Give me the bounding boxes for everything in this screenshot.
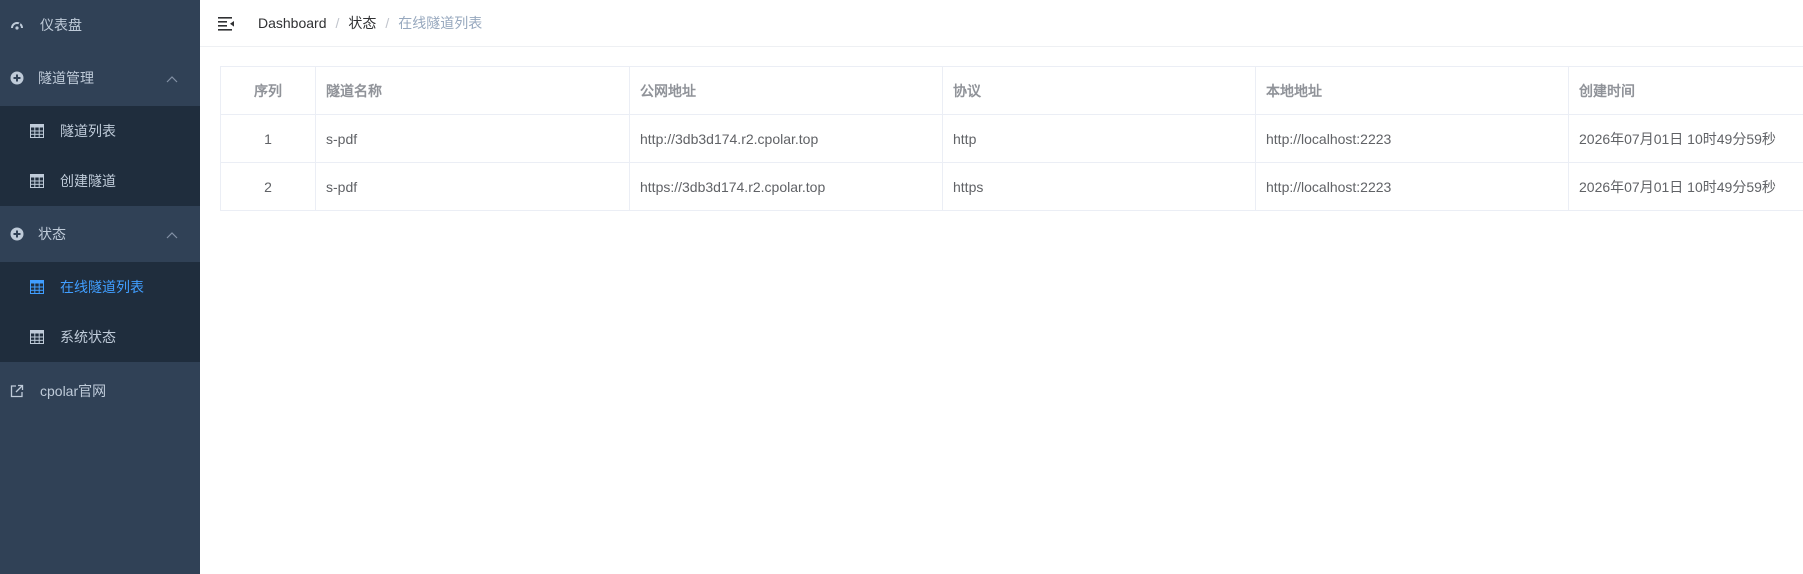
sidebar-item-label: cpolar官网 xyxy=(40,383,107,399)
plus-circle-icon xyxy=(10,71,24,85)
hamburger-icon[interactable] xyxy=(216,13,236,33)
column-header-index: 序列 xyxy=(220,66,316,115)
column-header-local-address: 本地地址 xyxy=(1255,66,1569,115)
sidebar-item-system-status[interactable]: 系统状态 xyxy=(0,312,200,362)
cell-created-time: 2026年07月01日 10时49分59秒 xyxy=(1568,114,1803,163)
chevron-up-icon xyxy=(166,229,178,241)
cell-public-url: https://3db3d174.r2.cpolar.top xyxy=(629,162,943,211)
submenu-status-list: 在线隧道列表 系统状态 xyxy=(0,262,200,362)
submenu-label: 状态 xyxy=(38,226,66,242)
cell-protocol: https xyxy=(942,162,1256,211)
external-link-icon xyxy=(10,384,24,398)
column-header-created-time: 创建时间 xyxy=(1568,66,1803,115)
breadcrumb-dashboard[interactable]: Dashboard xyxy=(258,15,327,31)
breadcrumb-separator: / xyxy=(335,15,340,31)
breadcrumb-current: 在线隧道列表 xyxy=(398,15,483,31)
sidebar-item-online-tunnel-list[interactable]: 在线隧道列表 xyxy=(0,262,200,312)
breadcrumb-separator: / xyxy=(385,15,390,31)
cell-index: 1 xyxy=(220,114,316,163)
cell-local-address: http://localhost:2223 xyxy=(1255,114,1569,163)
cell-public-url: http://3db3d174.r2.cpolar.top xyxy=(629,114,943,163)
sidebar-item-tunnel-list[interactable]: 隧道列表 xyxy=(0,106,200,156)
sidebar-item-label: 系统状态 xyxy=(60,329,116,345)
cell-index: 2 xyxy=(220,162,316,211)
sidebar-item-label: 在线隧道列表 xyxy=(60,279,144,295)
table-icon xyxy=(30,124,44,138)
sidebar-item-create-tunnel[interactable]: 创建隧道 xyxy=(0,156,200,206)
column-header-public-url: 公网地址 xyxy=(629,66,943,115)
online-tunnel-table: 序列 隧道名称 公网地址 协议 本地地址 创建时间 1 s-pdf http:/… xyxy=(220,66,1803,211)
submenu-tunnel-management[interactable]: 隧道管理 xyxy=(0,50,200,106)
sidebar-item-label: 创建隧道 xyxy=(60,173,116,189)
cell-tunnel-name: s-pdf xyxy=(315,162,630,211)
cell-tunnel-name: s-pdf xyxy=(315,114,630,163)
table-row: 2 s-pdf https://3db3d174.r2.cpolar.top h… xyxy=(220,162,1803,211)
cell-local-address: http://localhost:2223 xyxy=(1255,162,1569,211)
table-icon xyxy=(30,280,44,294)
table-header-row: 序列 隧道名称 公网地址 协议 本地地址 创建时间 xyxy=(220,66,1803,115)
chevron-up-icon xyxy=(166,73,178,85)
plus-circle-icon xyxy=(10,227,24,241)
dashboard-icon xyxy=(10,18,24,32)
submenu-label: 隧道管理 xyxy=(38,70,94,86)
sidebar: 仪表盘 隧道管理 隧道列表 创建隧道 状态 在线隧道列表 系统状态 cpolar… xyxy=(0,0,200,574)
cell-created-time: 2026年07月01日 10时49分59秒 xyxy=(1568,162,1803,211)
table-row: 1 s-pdf http://3db3d174.r2.cpolar.top ht… xyxy=(220,114,1803,163)
breadcrumb: Dashboard / 状态 / 在线隧道列表 xyxy=(258,13,482,33)
sidebar-item-label: 仪表盘 xyxy=(40,17,82,33)
breadcrumb-status: 状态 xyxy=(348,15,377,31)
cell-protocol: http xyxy=(942,114,1256,163)
tunnel-table-container: 序列 隧道名称 公网地址 协议 本地地址 创建时间 1 s-pdf http:/… xyxy=(220,66,1803,211)
table-icon xyxy=(30,330,44,344)
submenu-status[interactable]: 状态 xyxy=(0,206,200,262)
column-header-protocol: 协议 xyxy=(942,66,1256,115)
submenu-tunnel-management-list: 隧道列表 创建隧道 xyxy=(0,106,200,206)
table-icon xyxy=(30,174,44,188)
navbar: Dashboard / 状态 / 在线隧道列表 xyxy=(200,0,1803,47)
sidebar-item-dashboard[interactable]: 仪表盘 xyxy=(0,0,200,50)
column-header-tunnel-name: 隧道名称 xyxy=(315,66,630,115)
sidebar-item-label: 隧道列表 xyxy=(60,123,116,139)
sidebar-item-cpolar-site[interactable]: cpolar官网 xyxy=(0,362,200,420)
